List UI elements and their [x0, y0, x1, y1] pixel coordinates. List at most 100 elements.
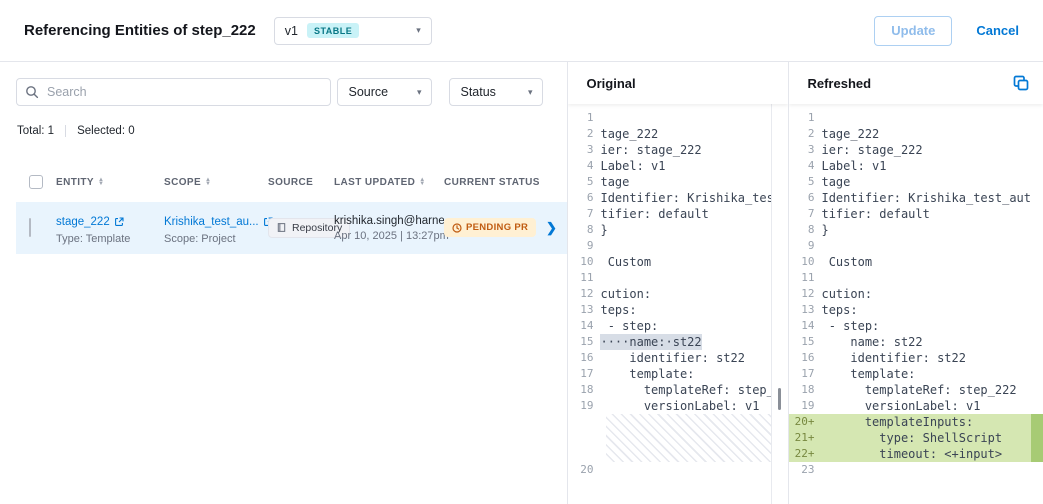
code-line: 11: [789, 270, 1031, 286]
code-line: 15 name: st22: [789, 334, 1031, 350]
diff-panel: Original 12tage_2223ier: stage_2224Label…: [568, 62, 1043, 504]
status-filter-dropdown[interactable]: Status ▾: [449, 78, 543, 106]
status-badge: PENDING PR: [444, 218, 536, 237]
entity-type: Type: Template: [56, 233, 164, 245]
code-line: 13teps:: [789, 302, 1031, 318]
line-number: 10: [568, 254, 600, 270]
line-number: 4: [568, 158, 600, 174]
code-line: 17 template:: [568, 366, 771, 382]
code-line: 2tage_222: [789, 126, 1031, 142]
summary-bar: Total: 1 Selected: 0: [0, 106, 567, 137]
line-text: tage: [821, 174, 850, 190]
table-header-row: ENTITY ▲▼ SCOPE ▲▼ SOURCE LAST UPDATED ▲…: [16, 175, 567, 189]
status-filter-label: Status: [460, 85, 495, 99]
selected-count: Selected: 0: [77, 125, 135, 137]
line-number: 23: [789, 462, 821, 478]
line-number: 15: [789, 334, 821, 350]
code-line: 16 identifier: st22: [789, 350, 1031, 366]
cancel-button[interactable]: Cancel: [976, 23, 1019, 38]
copy-diff-button[interactable]: [1013, 75, 1029, 91]
source-filter-dropdown[interactable]: Source ▾: [337, 78, 432, 106]
row-checkbox[interactable]: [29, 218, 31, 237]
sort-icon[interactable]: ▲▼: [205, 178, 211, 187]
line-text: Custom: [600, 254, 651, 270]
version-select[interactable]: v1 STABLE ▾: [274, 17, 432, 45]
line-number: 12: [789, 286, 821, 302]
line-number: 11: [789, 270, 821, 286]
line-text: templateRef: step_222: [821, 382, 1016, 398]
line-text: teps:: [600, 302, 636, 318]
summary-divider: [65, 125, 66, 137]
entity-link[interactable]: stage_222: [56, 216, 124, 228]
chevron-down-icon: ▾: [528, 88, 533, 97]
original-pane-header: Original: [568, 62, 788, 104]
status-cell: PENDING PR: [444, 218, 546, 238]
scope-link[interactable]: Krishika_test_au...: [164, 216, 273, 228]
scrollbar-thumb[interactable]: [778, 388, 781, 410]
line-number: 7: [568, 206, 600, 222]
line-number: 17: [568, 366, 600, 382]
chevron-down-icon: ▾: [416, 26, 421, 35]
overview-ruler: [1031, 104, 1043, 504]
line-text: tifier: default: [600, 206, 708, 222]
line-text: tage_222: [821, 126, 879, 142]
code-line: 17 template:: [789, 366, 1031, 382]
entities-panel: Source ▾ Status ▾ Total: 1 Selected: 0 E…: [0, 62, 568, 504]
line-text: Label: v1: [821, 158, 886, 174]
code-line: 3ier: stage_222: [568, 142, 771, 158]
code-line: 23: [789, 462, 1031, 478]
search-input[interactable]: [16, 78, 331, 106]
code-line: 12cution:: [789, 286, 1031, 302]
code-line: 19 versionLabel: v1: [789, 398, 1031, 414]
entities-table: ENTITY ▲▼ SCOPE ▲▼ SOURCE LAST UPDATED ▲…: [0, 175, 567, 254]
code-line: 14 - step:: [789, 318, 1031, 334]
line-number: 14: [568, 318, 600, 334]
line-number: 19: [789, 398, 821, 414]
line-text: teps:: [821, 302, 857, 318]
code-line: 5tage: [568, 174, 771, 190]
search-box: [16, 78, 331, 106]
line-number: 8: [789, 222, 821, 238]
line-number: 13: [789, 302, 821, 318]
line-number: 3: [789, 142, 821, 158]
column-header-last-updated[interactable]: LAST UPDATED ▲▼: [334, 177, 444, 188]
table-row[interactable]: stage_222 Type: Template Krishika_test_a…: [16, 202, 567, 254]
column-header-entity[interactable]: ENTITY ▲▼: [56, 177, 164, 188]
line-text: tage_222: [600, 126, 658, 142]
line-text: template:: [821, 366, 915, 382]
line-text: ier: stage_222: [821, 142, 922, 158]
line-number: 12: [568, 286, 600, 302]
line-number: 16: [568, 350, 600, 366]
update-button[interactable]: Update: [874, 16, 952, 46]
select-all-checkbox[interactable]: [29, 175, 43, 189]
code-line: 5tage: [789, 174, 1031, 190]
stable-badge: STABLE: [307, 23, 359, 38]
total-count: Total: 1: [17, 125, 54, 137]
line-text: cution:: [600, 286, 651, 302]
code-line: 9: [789, 238, 1031, 254]
line-number: 5: [568, 174, 600, 190]
line-number: 9: [568, 238, 600, 254]
line-number: 5: [789, 174, 821, 190]
line-text: Identifier: Krishika_test_aut: [600, 190, 771, 206]
line-number: 8: [568, 222, 600, 238]
column-header-scope[interactable]: SCOPE ▲▼: [164, 177, 268, 188]
original-scrollbar[interactable]: [771, 104, 788, 504]
sort-icon[interactable]: ▲▼: [419, 178, 425, 187]
line-text: Custom: [821, 254, 872, 270]
pending-clock-icon: [452, 223, 462, 233]
line-text: Identifier: Krishika_test_aut: [821, 190, 1031, 206]
main-content: Source ▾ Status ▾ Total: 1 Selected: 0 E…: [0, 62, 1043, 504]
code-line: 14 - step:: [568, 318, 771, 334]
code-line: 18 templateRef: step_222: [789, 382, 1031, 398]
filter-bar: Source ▾ Status ▾: [0, 78, 567, 106]
updated-by: krishika.singh@harnes...: [334, 215, 444, 227]
line-number: 20+: [789, 414, 821, 430]
version-label: v1: [285, 24, 298, 38]
original-title: Original: [586, 76, 635, 91]
sort-icon[interactable]: ▲▼: [98, 178, 104, 187]
code-line: 10 Custom: [789, 254, 1031, 270]
code-line: 8}: [789, 222, 1031, 238]
row-expand-chevron[interactable]: ❯: [546, 220, 557, 235]
page-title: Referencing Entities of step_222: [24, 22, 256, 39]
